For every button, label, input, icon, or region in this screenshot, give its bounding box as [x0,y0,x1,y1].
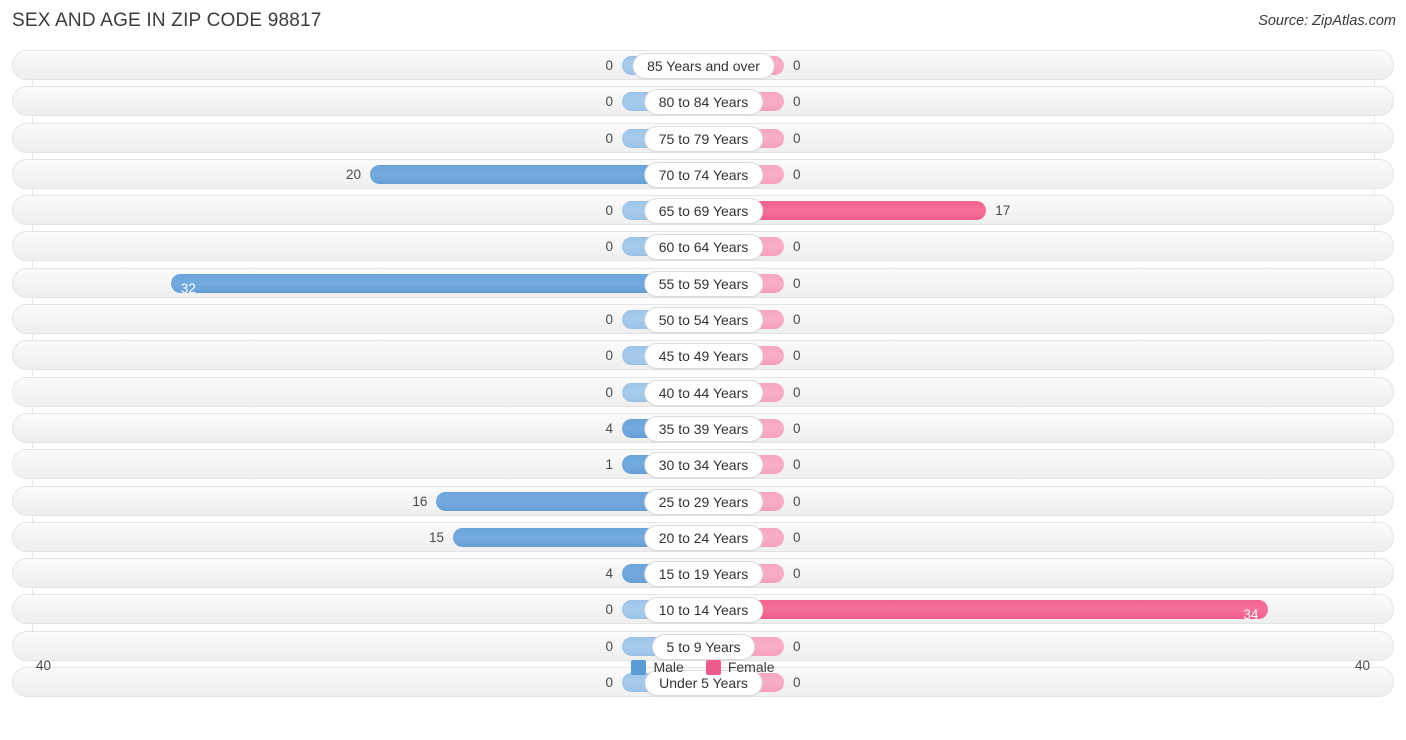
legend-label-male: Male [653,659,684,675]
table-row[interactable]: 1 0 30 to 34 Years [12,449,1394,480]
female-value-label: 0 [793,275,801,291]
male-value-label: 0 [605,384,613,400]
male-value-label: 32 [180,280,196,296]
row-track: 0 0 75 to 79 Years [13,124,1393,152]
female-value-label: 0 [793,384,801,400]
row-track: 0 17 65 to 69 Years [13,196,1393,225]
age-group-label: 75 to 79 Years [643,125,764,152]
chart-legend: Male Female [0,654,1406,680]
male-value-label: 0 [605,348,613,364]
plot-area: 0 0 85 Years and over 0 0 80 to 84 Years 0 0 75 … [0,50,1406,704]
female-value-label: 0 [793,94,801,110]
female-value-label: 34 [1243,607,1259,623]
female-value-label: 0 [793,529,801,545]
row-track: 16 0 25 to 29 Years [13,487,1393,515]
row-track: 34 0 10 to 14 Years [13,595,1393,624]
age-group-label: 40 to 44 Years [643,379,764,406]
table-row[interactable]: 34 0 10 to 14 Years [12,594,1394,625]
male-value-label: 20 [345,166,361,182]
table-row[interactable]: 4 0 15 to 19 Years [12,558,1394,589]
table-row[interactable]: 0 0 60 to 64 Years [12,231,1394,262]
table-row[interactable]: 0 17 65 to 69 Years [12,195,1394,226]
table-row[interactable]: 32 0 55 to 59 Years [12,267,1394,298]
table-row[interactable]: 0 0 75 to 79 Years [12,122,1394,153]
male-value-label: 0 [605,638,613,654]
row-track: 0 0 85 Years and over [13,51,1393,79]
female-value-label: 0 [793,348,801,364]
female-bar[interactable]: 34 [704,600,1269,622]
table-row[interactable]: 0 0 85 Years and over [12,50,1394,80]
male-value-label: 0 [605,58,613,73]
age-group-label: 10 to 14 Years [643,597,764,624]
row-track: 0 0 45 to 49 Years [13,341,1393,370]
male-value-label: 0 [605,239,613,255]
table-row[interactable]: 15 0 20 to 24 Years [12,521,1394,552]
age-group-label: 50 to 54 Years [643,307,764,334]
male-value-label: 0 [605,602,613,618]
female-value-label: 0 [793,457,801,473]
age-group-label: 80 to 84 Years [643,89,764,116]
male-value-label: 0 [605,312,613,328]
female-value-label: 0 [793,493,801,509]
female-value-label: 17 [995,203,1011,219]
row-track: 15 0 20 to 24 Years [13,523,1393,551]
age-group-label: 15 to 19 Years [643,561,764,588]
female-color-swatch [705,659,721,675]
row-track: 20 0 70 to 74 Years [13,160,1393,188]
female-value-label: 0 [793,638,801,654]
bar-rows: 0 0 85 Years and over 0 0 80 to 84 Years 0 0 75 … [0,50,1406,703]
table-row[interactable]: 0 0 50 to 54 Years [12,304,1394,335]
age-group-label: 35 to 39 Years [643,415,764,442]
page-title: SEX AND AGE IN ZIP CODE 98817 [12,10,322,31]
male-value-label: 0 [605,203,613,219]
male-value-label: 15 [428,529,444,545]
male-value-label: 4 [605,420,613,436]
female-value-label: 0 [793,312,801,328]
female-value-label: 0 [793,166,801,182]
male-value-label: 1 [605,457,613,473]
male-value-label: 0 [605,130,613,146]
female-value-label: 0 [793,420,801,436]
source-attribution: Source: ZipAtlas.com [1258,13,1396,29]
table-row[interactable]: 0 0 80 to 84 Years [12,86,1394,117]
female-value-label: 0 [793,130,801,146]
table-row[interactable]: 0 0 40 to 44 Years [12,376,1394,407]
chart-header: SEX AND AGE IN ZIP CODE 98817 Source: Zi… [0,0,1406,46]
age-group-label: 55 to 59 Years [643,270,764,297]
row-track: 32 0 55 to 59 Years [13,269,1393,297]
sex-and-age-chart: SEX AND AGE IN ZIP CODE 98817 Source: Zi… [0,0,1406,740]
legend-item-female[interactable]: Female [705,659,775,675]
table-row[interactable]: 4 0 35 to 39 Years [12,412,1394,443]
age-group-label: 45 to 49 Years [643,343,764,370]
table-row[interactable]: 16 0 25 to 29 Years [12,485,1394,516]
female-value-label: 0 [793,566,801,582]
row-track: 0 0 80 to 84 Years [13,87,1393,116]
male-bar[interactable]: 32 [170,273,702,296]
table-row[interactable]: 20 0 70 to 74 Years [12,158,1394,189]
row-track: 4 0 35 to 39 Years [13,414,1393,442]
male-value-label: 16 [412,493,428,509]
legend-label-female: Female [727,659,775,675]
age-group-label: 20 to 24 Years [643,524,764,551]
legend-item-male[interactable]: Male [631,659,684,675]
male-color-swatch [631,659,647,675]
row-track: 1 0 30 to 34 Years [13,450,1393,479]
row-track: 0 0 50 to 54 Years [13,305,1393,334]
row-track: 4 0 15 to 19 Years [13,559,1393,588]
female-value-label: 0 [793,239,801,255]
female-value-label: 0 [793,58,801,73]
male-value-label: 4 [605,566,613,582]
age-group-label: 60 to 64 Years [643,234,764,261]
male-value-label: 0 [605,94,613,110]
row-track: 0 0 40 to 44 Years [13,378,1393,406]
age-group-label: 65 to 69 Years [643,198,764,225]
age-group-label: 30 to 34 Years [643,452,764,479]
age-group-label: 85 Years and over [632,53,775,79]
row-track: 0 0 60 to 64 Years [13,232,1393,261]
age-group-label: 25 to 29 Years [643,488,764,515]
table-row[interactable]: 0 0 45 to 49 Years [12,340,1394,371]
age-group-label: 70 to 74 Years [643,161,764,188]
